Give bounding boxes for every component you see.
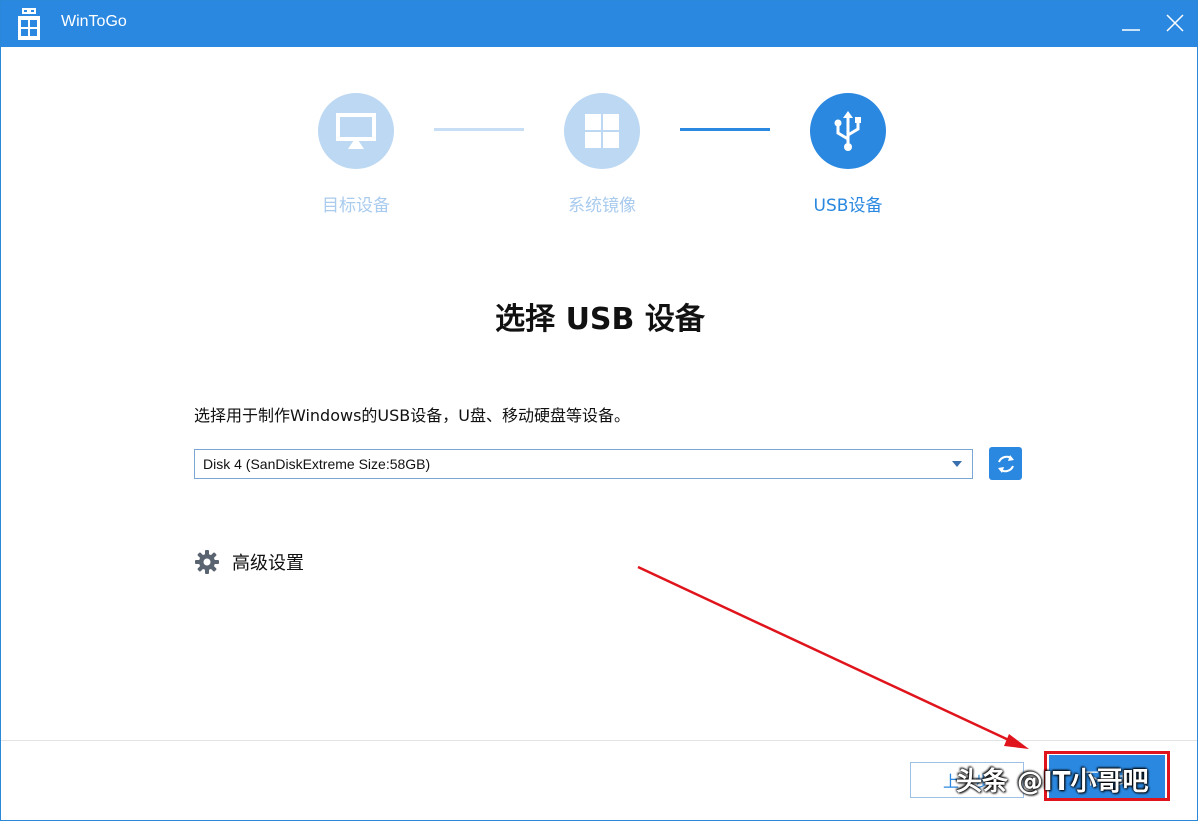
usb-device-select[interactable]: Disk 4 (SanDiskExtreme Size:58GB): [194, 449, 973, 479]
advanced-settings-toggle[interactable]: 高级设置: [194, 549, 304, 575]
window-title: WinToGo: [61, 13, 127, 30]
close-button[interactable]: [1159, 7, 1191, 39]
step-circle: [318, 93, 394, 169]
step-target-device: 目标设备: [296, 93, 416, 216]
page-title: 选择 USB 设备: [495, 302, 705, 337]
close-icon: [1166, 14, 1184, 32]
step-label: USB设备: [813, 196, 883, 216]
step-label: 系统镜像: [568, 196, 636, 216]
app-logo-icon: [15, 8, 43, 40]
step-usb-device: USB设备: [788, 93, 908, 216]
description-text: 选择用于制作Windows的USB设备，U盘、移动硬盘等设备。: [194, 406, 630, 425]
refresh-button[interactable]: [989, 447, 1022, 480]
next-button[interactable]: 下一步: [1049, 755, 1165, 799]
minimize-button[interactable]: [1115, 7, 1147, 39]
step-circle: [564, 93, 640, 169]
title-bar: WinToGo: [1, 1, 1197, 47]
minimize-icon: [1122, 29, 1140, 31]
step-circle: [810, 93, 886, 169]
step-label: 目标设备: [322, 196, 390, 216]
selected-device-value: Disk 4 (SanDiskExtreme Size:58GB): [203, 456, 431, 472]
previous-button[interactable]: 上一步: [910, 762, 1024, 798]
app-window: WinToGo 目标设备 系统镜像 USB设备 选择 USB 设备 选择用于制作…: [0, 0, 1198, 821]
advanced-settings-label: 高级设置: [232, 553, 304, 574]
dropdown-arrow-icon: [952, 461, 962, 467]
gear-icon: [195, 550, 219, 574]
footer-divider: [1, 740, 1197, 741]
step-connector: [680, 128, 770, 131]
refresh-icon: [997, 454, 1014, 473]
step-connector: [434, 128, 524, 131]
step-system-image: 系统镜像: [542, 93, 662, 216]
windows-logo-icon: [585, 114, 619, 148]
usb-icon: [834, 111, 861, 151]
monitor-icon: [336, 113, 376, 149]
